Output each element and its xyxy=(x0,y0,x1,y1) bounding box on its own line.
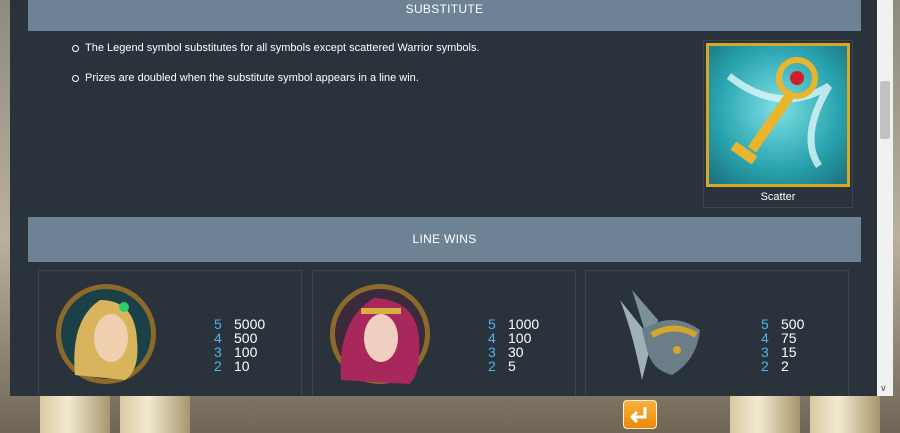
substitute-rules-list: The Legend symbol substitutes for all sy… xyxy=(72,41,480,101)
scroll-down-arrow-icon[interactable]: ∨ xyxy=(880,383,887,394)
payout-row: 25 xyxy=(488,358,516,374)
payout-row: 3 100 xyxy=(214,344,258,360)
payout-table: 5 5000 4 500 3 100 2 10 xyxy=(214,317,265,373)
symbol-paytable-card: 5 500 4 75 3 15 22 xyxy=(585,270,849,396)
paytable-panel: SUBSTITUTE The Legend symbol substitutes… xyxy=(10,0,877,396)
symbol-paytable-card: 5 5000 4 500 3 100 2 10 xyxy=(38,270,302,396)
scatter-label: Scatter xyxy=(760,191,796,203)
line-wins-section-header: LINE WINS xyxy=(28,217,861,262)
scatter-symbol-card: Scatter xyxy=(703,40,853,208)
vertical-scrollbar[interactable]: ∨ xyxy=(877,0,893,396)
back-button[interactable] xyxy=(623,400,657,429)
payout-row: 4 75 xyxy=(761,330,797,346)
symbol-paytable-card: 5 1000 4 100 3 30 25 xyxy=(312,270,576,396)
background-pillar-left xyxy=(40,392,110,433)
payout-row: 4 100 xyxy=(488,330,532,346)
payout-row: 2 10 xyxy=(214,358,250,374)
background-pillar-right xyxy=(730,392,800,433)
payout-row: 5 1000 xyxy=(488,316,540,332)
payout-table: 5 500 4 75 3 15 22 xyxy=(761,317,804,373)
blonde-elf-warrior-icon xyxy=(55,280,157,390)
payout-table: 5 1000 4 100 3 30 25 xyxy=(488,317,539,373)
payout-row: 5 5000 xyxy=(214,316,266,332)
background-pillar-right-2 xyxy=(810,392,880,433)
payout-row: 3 30 xyxy=(488,344,524,360)
winged-helmet-icon xyxy=(602,280,704,390)
scrollbar-thumb[interactable] xyxy=(880,81,890,139)
crimson-haired-queen-icon xyxy=(329,280,431,390)
return-arrow-icon xyxy=(629,407,647,424)
payout-row: 3 15 xyxy=(761,344,797,360)
golden-key-icon xyxy=(706,43,850,187)
rule-item: Prizes are doubled when the substitute s… xyxy=(72,71,480,101)
payout-row: 4 500 xyxy=(214,330,258,346)
payout-row: 22 xyxy=(761,358,789,374)
rule-item: The Legend symbol substitutes for all sy… xyxy=(72,41,480,71)
payout-row: 5 500 xyxy=(761,316,805,332)
background-pillar-left-2 xyxy=(120,392,190,433)
substitute-section-header: SUBSTITUTE xyxy=(28,0,861,31)
